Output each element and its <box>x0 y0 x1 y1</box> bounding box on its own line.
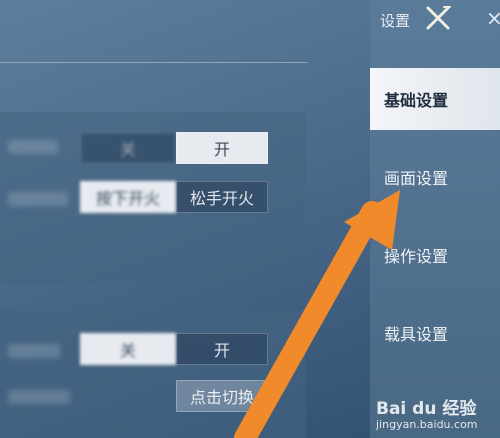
settings-header: 设置 × <box>370 0 500 40</box>
fire-mode-press-option[interactable]: 按下开火 <box>80 181 176 213</box>
sidebar-item-basic[interactable]: 基础设置 <box>370 68 500 130</box>
toggle-on-label-2: 开 <box>213 341 230 360</box>
toggle-off-option-2[interactable]: 关 <box>80 333 176 365</box>
row-label <box>8 390 70 404</box>
watermark-subtext: jingyan.baidu.com <box>376 418 478 431</box>
row-label <box>8 344 60 358</box>
settings-sidebar <box>370 0 500 438</box>
sidebar-item-graphics[interactable]: 画面设置 <box>370 146 500 208</box>
row-label <box>8 192 68 206</box>
toggle-on-option[interactable]: 开 <box>176 132 268 164</box>
header-title: 设置 <box>380 12 411 30</box>
fire-mode-release-label: 松手开火 <box>189 189 254 208</box>
watermark: Bai du 经验 jingyan.baidu.com <box>376 392 500 436</box>
sidebar-item-vehicle[interactable]: 载具设置 <box>370 302 500 364</box>
sidebar-item-label: 基础设置 <box>384 91 449 110</box>
toggle-off-option[interactable]: 关 <box>80 132 176 164</box>
divider <box>0 62 308 63</box>
fire-mode-press-label: 按下开火 <box>95 189 160 208</box>
settings-card-secondary <box>0 310 306 438</box>
toggle-on-option-2[interactable]: 开 <box>176 333 268 365</box>
settings-main-panel: 关 开 按下开火 松手开火 关 开 点击切换 <box>0 0 370 438</box>
row-label <box>8 140 58 154</box>
close-small-icon[interactable]: × <box>486 6 500 30</box>
switch-button-label: 点击切换 <box>189 388 254 407</box>
watermark-text: Bai du 经验 <box>376 399 477 419</box>
sidebar-item-label: 画面设置 <box>384 169 449 188</box>
sidebar-item-controls[interactable]: 操作设置 <box>370 224 500 286</box>
sidebar-item-label: 载具设置 <box>384 325 449 344</box>
close-icon[interactable] <box>424 4 452 32</box>
toggle-off-label-2: 关 <box>119 341 136 360</box>
sidebar-item-label: 操作设置 <box>384 247 449 266</box>
toggle-off-label: 关 <box>119 140 136 159</box>
switch-button[interactable]: 点击切换 <box>176 380 268 412</box>
fire-mode-release-option[interactable]: 松手开火 <box>176 181 268 213</box>
toggle-on-label: 开 <box>213 140 230 159</box>
